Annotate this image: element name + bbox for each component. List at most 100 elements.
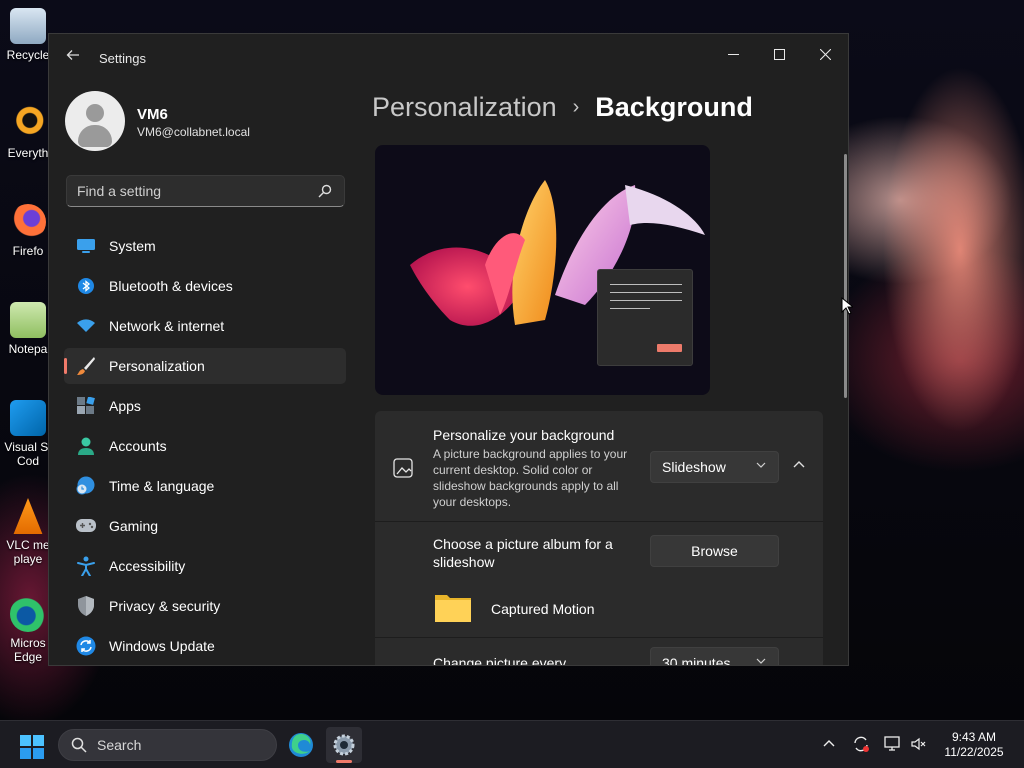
sidebar-item-label: Privacy & security [109, 598, 221, 614]
settings-window: Settings VM6 VM6@collabnet.local System [48, 33, 849, 666]
chevron-up-icon [793, 461, 805, 468]
background-type-dropdown[interactable]: Slideshow [650, 451, 779, 483]
sidebar-item-label: Gaming [109, 518, 159, 534]
taskbar-clock[interactable]: 9:43 AM 11/22/2025 [936, 730, 1012, 760]
sidebar-item-label: Network & internet [109, 318, 225, 334]
taskbar-search[interactable]: Search [58, 729, 277, 761]
active-app-indicator [336, 760, 352, 763]
breadcrumb-parent[interactable]: Personalization [372, 92, 557, 123]
sidebar-item-gaming[interactable]: Gaming [64, 508, 346, 544]
sidebar-item-system[interactable]: System [64, 228, 346, 264]
preview-line [610, 308, 650, 309]
sidebar-item-label: Accessibility [109, 558, 186, 574]
show-hidden-icons-button[interactable] [819, 735, 839, 755]
taskbar-settings[interactable] [326, 727, 362, 763]
album-folder-name: Captured Motion [491, 601, 595, 617]
profile-email: VM6@collabnet.local [137, 125, 250, 139]
chevron-down-icon [756, 462, 766, 468]
clock-date: 11/22/2025 [944, 745, 1004, 759]
vlc-icon [13, 498, 43, 534]
browse-button[interactable]: Browse [650, 535, 779, 567]
maximize-button[interactable] [756, 40, 802, 70]
sidebar-item-accessibility[interactable]: Accessibility [64, 548, 346, 584]
sidebar-item-privacy[interactable]: Privacy & security [64, 588, 346, 624]
taskbar: Search 9:43 AM 11/22/2025 [0, 720, 1024, 768]
sidebar-item-label: Time & language [109, 478, 215, 494]
sidebar-item-label: Personalization [109, 358, 205, 374]
everything-icon [10, 106, 46, 142]
speaker-muted-icon [911, 737, 926, 751]
vscode-icon [10, 400, 46, 436]
sync-tray-button[interactable] [851, 735, 871, 755]
clock-time: 9:43 AM [951, 730, 997, 744]
taskbar-edge[interactable] [283, 727, 319, 763]
shield-icon [76, 596, 96, 616]
folder-icon [435, 595, 471, 622]
network-tray-button[interactable] [883, 735, 903, 755]
personalize-title: Personalize your background [433, 427, 615, 443]
sidebar-item-network[interactable]: Network & internet [64, 308, 346, 344]
taskbar-search-label: Search [97, 737, 142, 753]
sidebar-item-label: Windows Update [109, 638, 215, 654]
window-title: Settings [99, 51, 146, 66]
edge-icon [289, 733, 313, 757]
interval-dropdown[interactable]: 30 minutes [650, 647, 779, 666]
sidebar-item-personalization[interactable]: Personalization [64, 348, 346, 384]
album-title: Choose a picture album for a slideshow [433, 536, 613, 570]
brush-icon [76, 356, 96, 376]
sidebar-item-apps[interactable]: Apps [64, 388, 346, 424]
title-bar[interactable]: Settings [49, 34, 848, 82]
dropdown-value: Slideshow [662, 459, 726, 475]
network-monitor-icon [884, 736, 900, 751]
globe-clock-icon [76, 476, 96, 496]
close-button[interactable] [802, 40, 848, 70]
chevron-up-icon [823, 740, 835, 747]
preview-line [610, 292, 682, 293]
avatar[interactable] [65, 91, 125, 151]
system-icon [76, 236, 96, 256]
preview-line [610, 300, 682, 301]
sidebar-item-time-language[interactable]: Time & language [64, 468, 346, 504]
picture-icon [393, 458, 413, 478]
sidebar-item-label: Apps [109, 398, 141, 414]
avatar-body [78, 125, 112, 147]
back-button[interactable] [63, 48, 83, 68]
breadcrumb-separator: › [572, 96, 580, 118]
sidebar-nav: System Bluetooth & devices Network & int… [64, 228, 346, 665]
notepad-icon [10, 302, 46, 338]
mouse-cursor-icon [841, 297, 853, 315]
divider [375, 637, 823, 638]
preview-line [610, 284, 682, 285]
collapse-button[interactable] [789, 457, 809, 477]
sync-icon [854, 736, 869, 752]
avatar-head [86, 104, 104, 122]
gear-icon [333, 734, 355, 756]
firefox-icon [10, 204, 46, 240]
search-input[interactable] [67, 176, 307, 206]
edge-icon [10, 596, 46, 632]
sidebar-item-windows-update[interactable]: Windows Update [64, 628, 346, 664]
preview-window-thumbnail [597, 269, 693, 366]
maximize-icon [773, 49, 785, 60]
update-icon [76, 636, 96, 656]
volume-tray-button[interactable] [909, 735, 929, 755]
minimize-button[interactable] [710, 40, 756, 70]
interval-title: Change picture every [433, 655, 567, 666]
sidebar-item-label: Accounts [109, 438, 167, 454]
sidebar-item-accounts[interactable]: Accounts [64, 428, 346, 464]
start-button-icon[interactable] [20, 735, 44, 759]
chevron-down-icon [756, 658, 766, 664]
gamepad-icon [76, 516, 96, 536]
dropdown-value: 30 minutes [662, 655, 731, 666]
page-title: Background [595, 92, 753, 122]
breadcrumb: Personalization › Background [372, 92, 753, 123]
bluetooth-icon [76, 276, 96, 296]
settings-search[interactable] [66, 175, 345, 207]
search-icon [71, 737, 87, 753]
minimize-icon [727, 54, 739, 55]
sidebar-item-bluetooth[interactable]: Bluetooth & devices [64, 268, 346, 304]
search-icon[interactable] [318, 184, 332, 198]
personalize-description: A picture background applies to your cur… [433, 447, 628, 509]
preview-accent-button [657, 344, 682, 352]
content-scrollbar[interactable] [844, 154, 847, 398]
